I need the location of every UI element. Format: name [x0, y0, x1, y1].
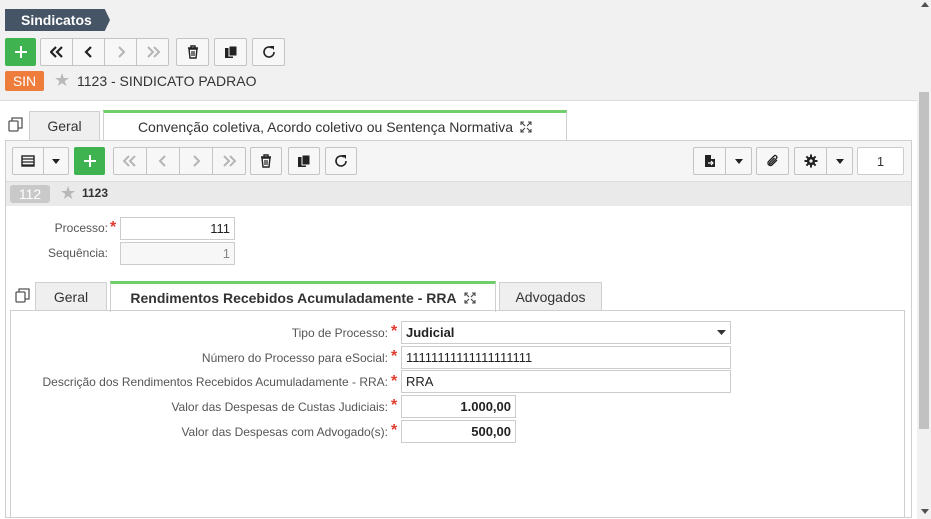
inner-record-badge: 112: [10, 185, 50, 203]
inner-delete-button[interactable]: [250, 147, 282, 175]
add-button[interactable]: [5, 38, 36, 66]
delete-button[interactable]: [176, 38, 209, 66]
custas-judiciais-label: Valor das Despesas de Custas Judiciais:: [171, 400, 388, 414]
next-record-button[interactable]: [104, 38, 137, 66]
list-view-button[interactable]: [12, 147, 44, 175]
report-dropdown[interactable]: [725, 147, 752, 175]
list-icon: [21, 155, 35, 167]
scroll-up-arrow-icon[interactable]: [921, 2, 929, 7]
inner-refresh-button[interactable]: [325, 147, 357, 175]
chevron-right-icon: [193, 155, 201, 167]
required-marker: *: [391, 373, 398, 390]
required-marker: *: [391, 348, 398, 365]
copy-tabs-icon[interactable]: [8, 117, 23, 137]
tipo-processo-select[interactable]: Judicial: [401, 321, 731, 344]
required-marker: *: [391, 422, 398, 439]
tab-rra-label: Rendimentos Recebidos Acumuladamente - R…: [130, 290, 457, 306]
caret-down-icon: [52, 158, 60, 164]
caret-down-icon: [717, 330, 726, 335]
processo-field[interactable]: 111: [120, 217, 235, 240]
copy-inner-tabs-icon[interactable]: [15, 288, 30, 308]
attachment-button[interactable]: [756, 147, 789, 175]
sequencia-field: 1: [120, 242, 235, 265]
custas-judiciais-field[interactable]: 1.000,00: [401, 395, 516, 418]
inner-next-button[interactable]: [179, 147, 213, 175]
inner-previous-button[interactable]: [146, 147, 180, 175]
favorite-star-icon[interactable]: ★: [54, 71, 70, 89]
inner-favorite-star-icon[interactable]: ★: [60, 184, 76, 202]
previous-record-button[interactable]: [72, 38, 105, 66]
required-marker: *: [110, 219, 117, 236]
inner-record-id: 1123: [82, 186, 109, 200]
inner-duplicate-button[interactable]: [288, 147, 320, 175]
required-marker: *: [391, 323, 398, 340]
inner-add-button[interactable]: [74, 147, 105, 175]
refresh-icon: [262, 46, 275, 58]
tipo-processo-value: Judicial: [406, 325, 455, 340]
despesas-advogado-label: Valor das Despesas com Advogado(s):: [181, 425, 388, 439]
record-title: 1123 - SINDICATO PADRAO: [77, 73, 257, 89]
sequencia-label: Sequência:: [47, 246, 108, 260]
list-view-dropdown[interactable]: [43, 147, 69, 175]
scroll-down-arrow-icon[interactable]: [921, 509, 929, 514]
tab-geral-label: Geral: [47, 118, 82, 134]
tipo-processo-label: Tipo de Processo:: [291, 326, 388, 340]
trash-icon: [187, 45, 198, 59]
scrollbar-thumb[interactable]: [919, 92, 929, 429]
descricao-rra-label: Descrição dos Rendimentos Recebidos Acum…: [42, 375, 389, 389]
duplicate-button[interactable]: [214, 38, 247, 66]
paperclip-icon: [766, 154, 777, 167]
first-record-button[interactable]: [40, 38, 73, 66]
double-chevron-right-icon: [223, 155, 236, 167]
refresh-button[interactable]: [252, 38, 285, 66]
double-chevron-left-icon: [49, 46, 63, 58]
module-badge: SIN: [5, 71, 44, 91]
report-button[interactable]: [693, 147, 726, 175]
caret-down-icon: [734, 158, 743, 164]
settings-button[interactable]: [794, 147, 827, 175]
plus-icon: [83, 155, 96, 167]
report-file-icon: [704, 155, 715, 167]
expand-icon[interactable]: [464, 292, 476, 304]
descricao-rra-field[interactable]: RRA: [401, 370, 731, 393]
numero-processo-field[interactable]: 11111111111111111111: [401, 346, 731, 369]
tab-rra[interactable]: Rendimentos Recebidos Acumuladamente - R…: [110, 281, 496, 312]
page-number-box[interactable]: 1: [857, 147, 904, 175]
tab-inner-geral[interactable]: Geral: [35, 282, 107, 311]
inner-first-button[interactable]: [113, 147, 147, 175]
expand-icon[interactable]: [520, 121, 532, 133]
inner-record-strip: [6, 182, 911, 206]
tab-advogados[interactable]: Advogados: [499, 282, 602, 311]
despesas-advogado-field[interactable]: 500,00: [401, 420, 516, 443]
numero-processo-label: Número do Processo para eSocial:: [201, 351, 388, 365]
inner-last-button[interactable]: [212, 147, 246, 175]
double-chevron-right-icon: [146, 46, 160, 58]
tab-geral[interactable]: Geral: [29, 111, 100, 140]
copy-icon: [298, 154, 311, 167]
processo-label: Processo:: [54, 221, 108, 235]
copy-icon: [224, 45, 237, 58]
caret-down-icon: [835, 158, 844, 164]
page-number: 1: [876, 153, 885, 169]
settings-dropdown[interactable]: [826, 147, 853, 175]
chevron-left-icon: [158, 155, 166, 167]
tab-convencao-coletiva[interactable]: Convenção coletiva, Acordo coletivo ou S…: [103, 110, 567, 141]
gear-icon: [804, 154, 817, 168]
plus-icon: [14, 46, 27, 58]
refresh-icon: [335, 155, 347, 167]
chevron-left-icon: [83, 46, 92, 58]
last-record-button[interactable]: [136, 38, 169, 66]
tab-inner-geral-label: Geral: [53, 289, 89, 305]
chevron-right-icon: [117, 46, 125, 58]
required-marker: *: [391, 397, 398, 414]
tab-convencao-label: Convenção coletiva, Acordo coletivo ou S…: [137, 119, 514, 135]
double-chevron-left-icon: [123, 155, 136, 167]
trash-icon: [261, 154, 271, 168]
breadcrumb[interactable]: Sindicatos: [5, 9, 110, 31]
tab-advogados-label: Advogados: [515, 289, 586, 305]
